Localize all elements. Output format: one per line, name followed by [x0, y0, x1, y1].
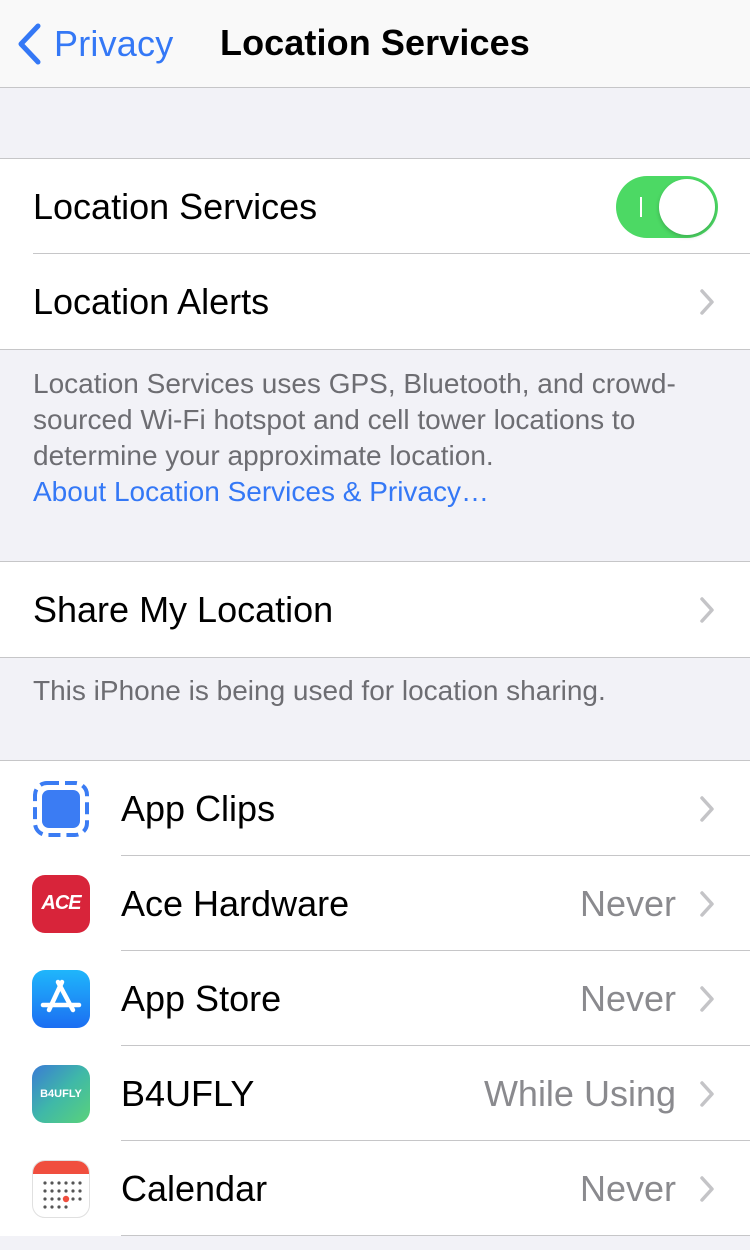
app-name: App Store: [121, 977, 282, 1019]
location-services-label: Location Services: [33, 185, 318, 227]
chevron-right-icon: [700, 795, 714, 822]
apps-list: App Clips ACE Ace Hardware Never App Sto…: [0, 760, 750, 1236]
calendar-icon: [32, 1159, 90, 1218]
chevron-right-icon: [700, 596, 714, 623]
chevron-right-icon: [700, 890, 714, 917]
navigation-bar: Privacy Location Services: [0, 0, 750, 88]
app-clips-icon: [32, 779, 90, 838]
back-button[interactable]: Privacy: [16, 18, 173, 70]
location-permission-value: Never: [579, 1167, 676, 1209]
toggle-on-mark: [640, 196, 642, 217]
location-description: Location Services uses GPS, Bluetooth, a…: [33, 366, 723, 510]
b4ufly-logo-text: B4UFLY: [40, 1087, 82, 1100]
row-separator: [121, 1235, 750, 1236]
location-settings-group: Location Services Location Alerts: [0, 158, 750, 350]
share-footer: This iPhone is being used for location s…: [33, 675, 606, 706]
app-row-app-store[interactable]: App Store Never: [0, 951, 750, 1046]
location-services-toggle[interactable]: [616, 175, 718, 238]
chevron-right-icon: [700, 288, 714, 315]
share-my-location-label: Share My Location: [33, 588, 334, 630]
app-row-b4ufly[interactable]: B4UFLY B4UFLY While Using: [0, 1046, 750, 1141]
app-row-calendar[interactable]: Calendar Never: [0, 1141, 750, 1236]
description-text: Location Services uses GPS, Bluetooth, a…: [33, 368, 676, 471]
app-name: B4UFLY: [121, 1072, 255, 1114]
back-label: Privacy: [54, 23, 174, 64]
chevron-right-icon: [700, 985, 714, 1012]
location-alerts-label: Location Alerts: [33, 280, 270, 322]
about-privacy-link[interactable]: About Location Services & Privacy…: [33, 476, 489, 507]
app-store-icon: [32, 969, 90, 1028]
page-title: Location Services: [220, 22, 530, 63]
toggle-knob: [659, 178, 715, 235]
location-permission-value: While Using: [483, 1072, 676, 1114]
ace-logo-text: ACE: [41, 892, 81, 914]
b4ufly-icon: B4UFLY: [32, 1064, 90, 1123]
app-row-app-clips[interactable]: App Clips: [0, 761, 750, 856]
chevron-left-icon: [18, 23, 41, 65]
ace-hardware-icon: ACE: [32, 874, 90, 933]
chevron-right-icon: [700, 1080, 714, 1107]
location-services-row: Location Services: [0, 159, 750, 254]
share-my-location-row[interactable]: Share My Location: [0, 562, 750, 657]
chevron-right-icon: [700, 1175, 714, 1202]
share-location-group: Share My Location: [0, 561, 750, 658]
app-name: App Clips: [121, 787, 276, 829]
app-name: Ace Hardware: [121, 882, 350, 924]
app-name: Calendar: [121, 1167, 268, 1209]
location-permission-value: Never: [579, 882, 676, 924]
location-alerts-row[interactable]: Location Alerts: [0, 254, 750, 349]
location-permission-value: Never: [579, 977, 676, 1019]
app-row-ace-hardware[interactable]: ACE Ace Hardware Never: [0, 856, 750, 951]
